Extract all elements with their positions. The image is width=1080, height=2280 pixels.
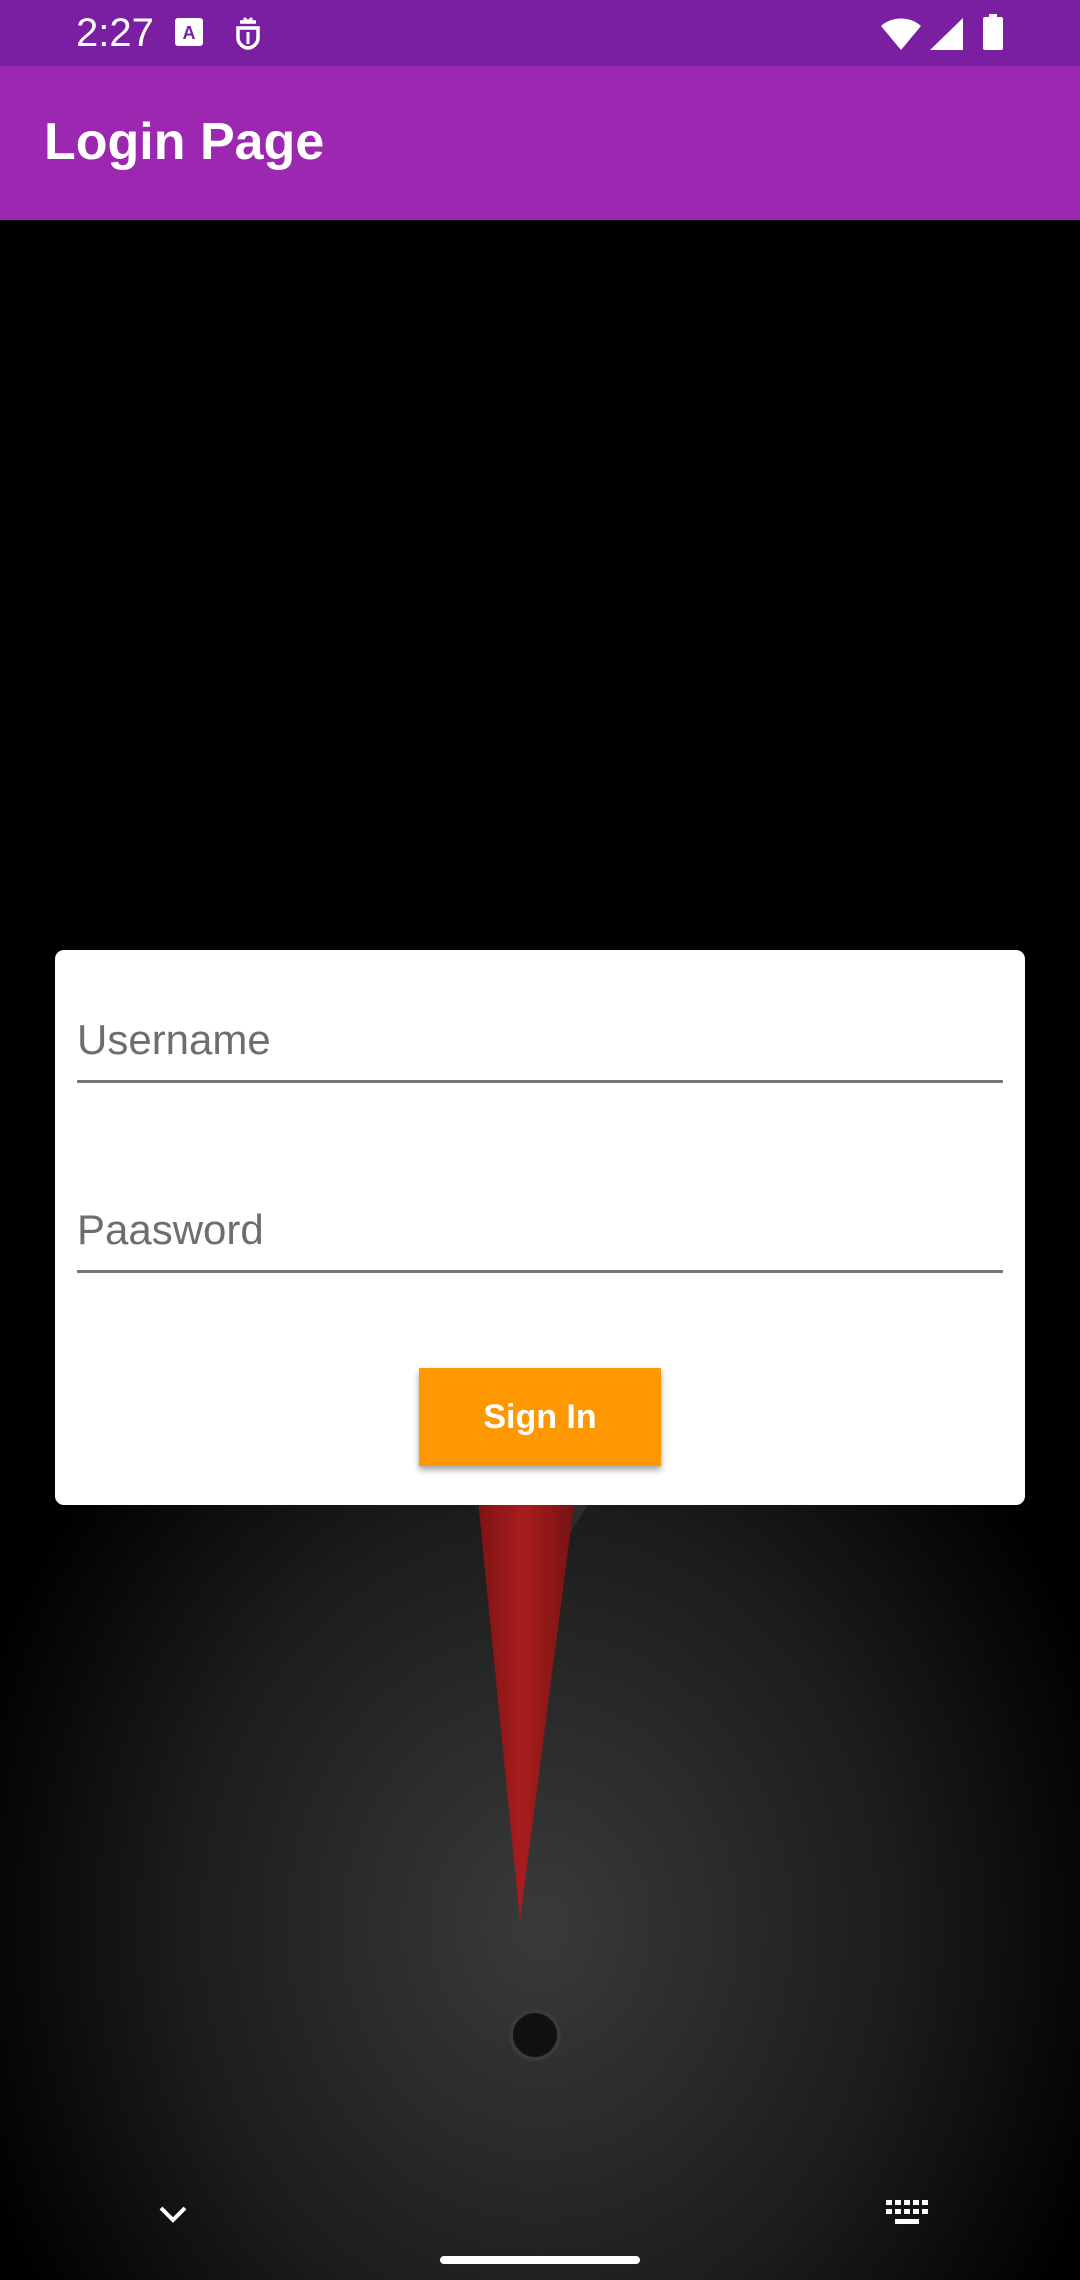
username-underline [77,1080,1003,1083]
sign-in-button[interactable]: Sign In [419,1368,661,1466]
cellular-signal-icon [930,18,964,55]
keyboard-icon[interactable] [886,2200,930,2233]
status-time: 2:27 [76,11,154,55]
username-field [77,950,1003,1090]
svg-text:A: A [183,23,196,43]
page-title: Login Page [44,113,325,171]
chevron-down-icon[interactable] [158,2204,188,2229]
status-bar: 2:27 A [0,0,1080,66]
password-underline [77,1270,1003,1273]
shield-bug-icon [232,16,264,55]
login-screen: 2:27 A Login Page Username Sign In [0,0,1080,2280]
home-indicator[interactable] [440,2256,640,2264]
login-card: Sign In [55,950,1025,1505]
password-input[interactable] [77,1180,1003,1280]
password-field [77,1140,1003,1280]
text-recognition-icon: A [173,16,205,53]
app-bar: Login Page [0,66,1080,220]
battery-icon [983,14,1003,55]
wifi-icon [880,18,922,55]
username-input[interactable] [77,990,1003,1090]
